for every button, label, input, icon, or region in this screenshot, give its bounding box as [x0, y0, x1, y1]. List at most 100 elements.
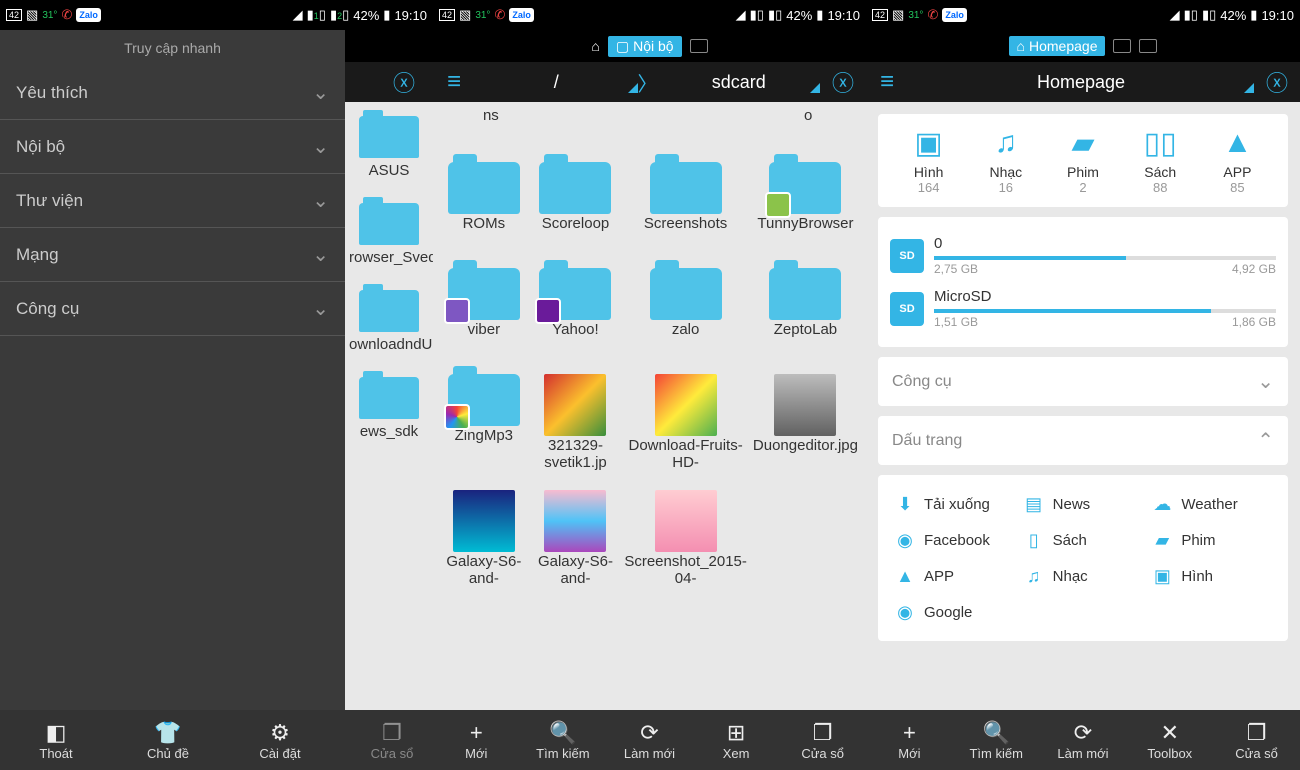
- image-item[interactable]: 321329-svetik1.jp: [531, 364, 621, 478]
- tab-homepage[interactable]: ⌂Homepage: [1009, 36, 1106, 56]
- view-button[interactable]: ⊞Xem: [693, 720, 780, 761]
- tab-ghost[interactable]: [1113, 39, 1131, 53]
- category-app[interactable]: ▲APP85: [1199, 126, 1276, 195]
- bookmarks-section[interactable]: Dấu trang⌃: [878, 416, 1288, 465]
- bookmark-item[interactable]: ▣Hình: [1151, 565, 1272, 587]
- file-grid-area[interactable]: ns o ROMsScoreloopScreenshotsTunnyBrowse…: [433, 102, 866, 710]
- menu-icon[interactable]: ≡: [433, 68, 475, 96]
- tab-internal[interactable]: ▢Nội bộ: [608, 36, 682, 57]
- chevron-down-icon: ⌄: [312, 134, 329, 159]
- folder-icon: [769, 162, 841, 214]
- category-hình[interactable]: ▣Hình164: [890, 126, 967, 195]
- category-icon: ▰: [1044, 126, 1121, 162]
- folder-item[interactable]: ownloadndUploa: [345, 276, 433, 363]
- bookmark-label: APP: [924, 568, 954, 585]
- image-item[interactable]: Download-Fruits-HD-: [622, 364, 749, 478]
- bookmark-item[interactable]: ⬇Tải xuống: [894, 493, 1015, 515]
- bookmark-item[interactable]: ▰Phim: [1151, 529, 1272, 551]
- sidebar-item[interactable]: Thư viện⌄: [0, 174, 345, 228]
- storage-row[interactable]: SD02,75 GB4,92 GB: [890, 229, 1276, 282]
- category-count: 88: [1122, 180, 1199, 195]
- bookmark-item[interactable]: ▯Sách: [1023, 529, 1144, 551]
- bookmark-item[interactable]: ◉Facebook: [894, 529, 1015, 551]
- image-item[interactable]: Screenshot_2015-04-: [622, 480, 749, 594]
- storage-row[interactable]: SDMicroSD1,51 GB1,86 GB: [890, 282, 1276, 335]
- sidebar-item[interactable]: Công cụ⌄: [0, 282, 345, 336]
- signal2-icon: ▮2▯: [330, 7, 349, 23]
- theme-button[interactable]: 👕Chủ đề: [112, 720, 224, 761]
- folder-item[interactable]: ROMs: [439, 152, 529, 256]
- bookmark-item[interactable]: ☁Weather: [1151, 493, 1272, 515]
- folder-icon: [539, 162, 611, 214]
- home-icon[interactable]: ⌂: [591, 38, 599, 54]
- folder-item[interactable]: rowser_SvedfiIes: [345, 189, 433, 276]
- bookmark-item[interactable]: ◉Google: [894, 601, 1015, 623]
- category-icon: ♫: [967, 126, 1044, 162]
- new-button[interactable]: +Mới: [433, 720, 520, 761]
- category-nhạc[interactable]: ♫Nhạc16: [967, 126, 1044, 195]
- tab-ghost[interactable]: [1139, 39, 1157, 53]
- file-label: Yahoo!: [533, 322, 619, 358]
- bottom-toolbar: +Mới 🔍Tìm kiếm ⟳Làm mới ✕Toolbox ❐Cửa sổ: [866, 710, 1300, 770]
- folder-icon: [359, 377, 419, 419]
- folder-item[interactable]: viber: [439, 258, 529, 362]
- close-icon[interactable]: ⓧ: [820, 66, 866, 98]
- app-badge-icon: [444, 298, 470, 324]
- menu-icon[interactable]: ≡: [866, 68, 908, 96]
- refresh-button[interactable]: ⟳Làm mới: [1040, 720, 1127, 761]
- bookmark-label: Google: [924, 604, 972, 621]
- windows-button[interactable]: ❐Cửa sổ: [1213, 720, 1300, 761]
- folder-icon: [448, 374, 520, 426]
- file-label: Download-Fruits-HD-: [624, 438, 747, 474]
- clock: 19:10: [394, 8, 427, 23]
- folder-item[interactable]: Scoreloop: [531, 152, 621, 256]
- bookmark-label: Phim: [1181, 532, 1215, 549]
- storage-name: 0: [934, 235, 1276, 252]
- folder-item[interactable]: ZingMp3: [439, 364, 529, 478]
- sidebar-item[interactable]: Nội bộ⌄: [0, 120, 345, 174]
- folder-item[interactable]: ews_sdk: [345, 363, 433, 450]
- sidebar-item[interactable]: Mạng⌄: [0, 228, 345, 282]
- search-button[interactable]: 🔍Tìm kiếm: [953, 720, 1040, 761]
- windows-icon: ❐: [336, 720, 448, 746]
- folder-item[interactable]: Yahoo!: [531, 258, 621, 362]
- bookmark-item[interactable]: ▤News: [1023, 493, 1144, 515]
- bookmark-label: Facebook: [924, 532, 990, 549]
- image-item[interactable]: Galaxy-S6-and-: [531, 480, 621, 594]
- folder-item[interactable]: ZeptoLab: [751, 258, 860, 362]
- image-item[interactable]: Duongeditor.jpg: [751, 364, 860, 478]
- tab-ghost[interactable]: [690, 39, 708, 53]
- close-icon[interactable]: ⓧ: [1254, 66, 1300, 98]
- bookmark-label: Hình: [1181, 568, 1213, 585]
- file-label: zalo: [624, 322, 747, 358]
- search-button[interactable]: 🔍Tìm kiếm: [520, 720, 607, 761]
- wifi-icon: ◢: [293, 7, 303, 23]
- tools-section[interactable]: Công cụ⌄: [878, 357, 1288, 406]
- windows-button[interactable]: ❐Cửa sổ: [336, 720, 448, 761]
- close-icon[interactable]: ⓧ: [381, 66, 427, 98]
- category-sách[interactable]: ▯▯Sách88: [1122, 126, 1199, 195]
- sidebar-item[interactable]: Yêu thích⌄: [0, 66, 345, 120]
- path-root[interactable]: /: [475, 72, 637, 93]
- file-label: Galaxy-S6-and-: [441, 554, 527, 590]
- bookmark-item[interactable]: ▲APP: [894, 565, 1015, 587]
- path-current[interactable]: sdcard: [658, 72, 820, 93]
- folder-item[interactable]: zalo: [622, 258, 749, 362]
- homepage-area[interactable]: ▣Hình164♫Nhạc16▰Phim2▯▯Sách88▲APP85 SD02…: [866, 102, 1300, 710]
- toolbox-button[interactable]: ✕Toolbox: [1126, 720, 1213, 761]
- image-item[interactable]: Galaxy-S6-and-: [439, 480, 529, 594]
- bookmark-label: Tải xuống: [924, 496, 990, 513]
- folder-item[interactable]: ASUS: [345, 102, 433, 189]
- settings-button[interactable]: ⚙Cài đặt: [224, 720, 336, 761]
- bookmark-item[interactable]: ♫Nhạc: [1023, 565, 1144, 587]
- folder-item[interactable]: TunnyBrowser: [751, 152, 860, 256]
- refresh-button[interactable]: ⟳Làm mới: [606, 720, 693, 761]
- category-phim[interactable]: ▰Phim2: [1044, 126, 1121, 195]
- new-button[interactable]: +Mới: [866, 720, 953, 761]
- folder-item[interactable]: Screenshots: [622, 152, 749, 256]
- file-label: Screenshots: [624, 216, 747, 252]
- windows-button[interactable]: ❐Cửa sổ: [779, 720, 866, 761]
- category-label: Sách: [1122, 164, 1199, 180]
- exit-button[interactable]: ◧Thoát: [0, 720, 112, 761]
- image-thumbnail: [655, 374, 717, 436]
